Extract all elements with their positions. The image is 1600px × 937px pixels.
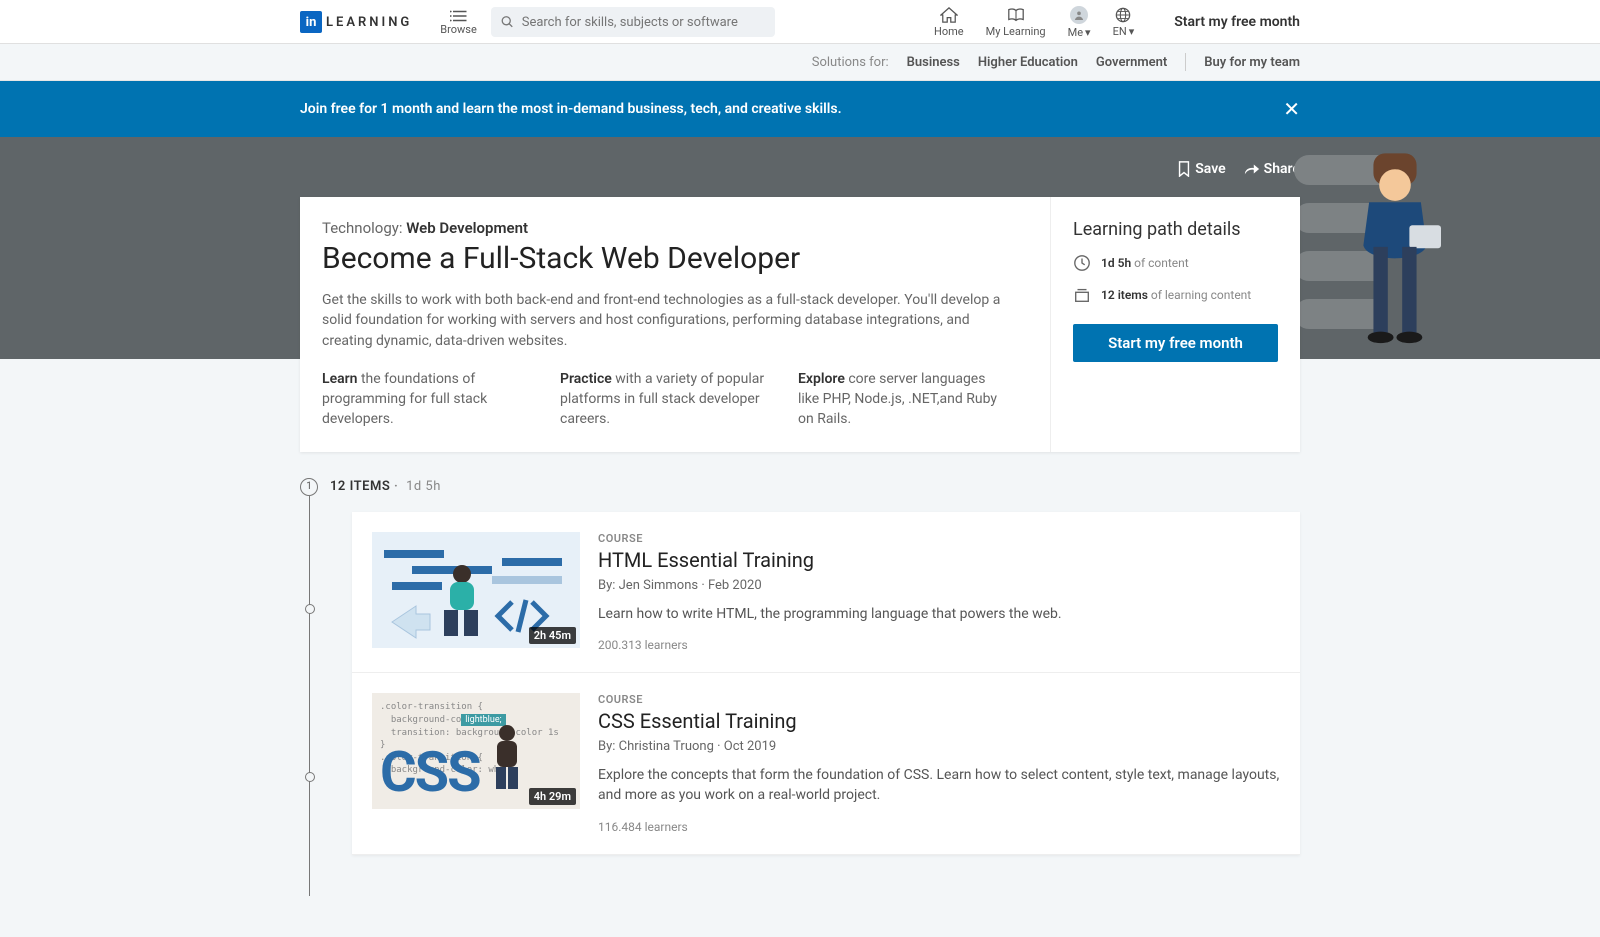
start-free-month-link[interactable]: Start my free month: [1174, 14, 1300, 30]
list-icon: [450, 9, 468, 23]
breadcrumb-category: Technology:: [322, 219, 403, 237]
nav-business[interactable]: Business: [907, 55, 960, 70]
search-input[interactable]: [522, 15, 765, 30]
stack-icon: [1073, 286, 1091, 304]
browse-button[interactable]: Browse: [440, 9, 477, 36]
items-section: 1 12 ITEMS · 1d 5h: [300, 478, 1300, 855]
details-duration: 1d 5h of content: [1073, 254, 1278, 272]
logo-text: LEARNING: [326, 15, 412, 30]
path-overview-card: Technology: Web Development Become a Ful…: [300, 197, 1300, 452]
search-bar[interactable]: [491, 7, 775, 37]
course-item[interactable]: 2h 45m COURSE HTML Essential Training By…: [352, 512, 1300, 674]
items-list: 2h 45m COURSE HTML Essential Training By…: [352, 512, 1300, 855]
details-items: 12 items of learning content: [1073, 286, 1278, 304]
nav-home-label: Home: [934, 25, 964, 38]
duration-badge: 4h 29m: [529, 788, 576, 805]
path-details-sidebar: Learning path details 1d 5h of content 1…: [1050, 197, 1300, 452]
nav-buy-for-team[interactable]: Buy for my team: [1204, 55, 1300, 70]
items-count-label: 12 ITEMS: [330, 479, 390, 494]
item-date: Oct 2019: [724, 739, 776, 754]
nav-me[interactable]: Me ▾: [1068, 6, 1091, 39]
outcome-explore: Explore core server languages like PHP, …: [798, 369, 1008, 430]
item-learners: 200.313 learners: [598, 638, 1280, 652]
hero-illustration: [1320, 139, 1470, 369]
nav-higher-education[interactable]: Higher Education: [978, 55, 1078, 70]
share-button[interactable]: Share: [1244, 161, 1300, 177]
item-type-label: COURSE: [598, 693, 1280, 706]
person-illustration: [482, 723, 532, 793]
nav-language[interactable]: EN ▾: [1113, 7, 1135, 38]
item-meta: By: Christina Truong · Oct 2019: [598, 739, 1280, 754]
duration-badge: 2h 45m: [529, 627, 576, 644]
search-icon: [501, 15, 514, 29]
nav-government[interactable]: Government: [1096, 55, 1167, 70]
separator: [1185, 53, 1186, 71]
items-duration-label: 1d 5h: [406, 479, 441, 494]
item-meta: By: Jen Simmons · Feb 2020: [598, 578, 1280, 593]
close-icon[interactable]: ✕: [1283, 97, 1300, 121]
path-title: Become a Full-Stack Web Developer: [322, 241, 1028, 276]
timeline-node: [305, 604, 315, 614]
logo[interactable]: in LEARNING: [300, 11, 412, 33]
chevron-down-icon: ▾: [1085, 26, 1091, 39]
item-description: Learn how to write HTML, the programming…: [598, 605, 1280, 625]
course-thumbnail: .color-transition { background-colightbl…: [372, 693, 580, 809]
chevron-down-icon: ▾: [1129, 25, 1135, 38]
nav-lang-label: EN: [1113, 25, 1127, 38]
course-thumbnail: 2h 45m: [372, 532, 580, 648]
solutions-for-label: Solutions for:: [812, 55, 889, 70]
outcome-practice: Practice with a variety of popular platf…: [560, 369, 770, 430]
outcome-learn: Learn the foundations of programming for…: [322, 369, 532, 430]
path-description: Get the skills to work with both back-en…: [322, 290, 1002, 351]
timeline-node: [305, 772, 315, 782]
home-icon: [940, 7, 958, 23]
item-title[interactable]: CSS Essential Training: [598, 709, 1280, 733]
promo-banner: Join free for 1 month and learn the most…: [0, 81, 1600, 137]
item-description: Explore the concepts that form the found…: [598, 766, 1280, 805]
book-icon: [1007, 7, 1025, 23]
details-title: Learning path details: [1073, 219, 1278, 240]
item-author[interactable]: By: Christina Truong: [598, 739, 714, 754]
save-label: Save: [1195, 161, 1225, 177]
nav-me-label: Me: [1068, 26, 1083, 39]
share-icon: [1244, 162, 1260, 176]
item-type-label: COURSE: [598, 532, 1280, 545]
breadcrumb: Technology: Web Development: [322, 219, 1028, 237]
clock-icon: [1073, 254, 1091, 272]
top-nav: in LEARNING Browse Home My Learning Me ▾: [0, 0, 1600, 44]
item-date: Feb 2020: [708, 578, 762, 593]
item-author[interactable]: By: Jen Simmons: [598, 578, 698, 593]
avatar-icon: [1070, 6, 1088, 24]
course-item[interactable]: .color-transition { background-colightbl…: [352, 673, 1300, 854]
breadcrumb-topic[interactable]: Web Development: [406, 219, 528, 237]
globe-icon: [1114, 7, 1132, 23]
nav-home[interactable]: Home: [934, 7, 964, 38]
browse-label: Browse: [440, 23, 477, 36]
item-title[interactable]: HTML Essential Training: [598, 548, 1280, 572]
item-learners: 116.484 learners: [598, 820, 1280, 834]
start-free-month-button[interactable]: Start my free month: [1073, 324, 1278, 362]
save-button[interactable]: Save: [1177, 161, 1225, 177]
timeline-step-number: 1: [300, 478, 318, 496]
banner-text: Join free for 1 month and learn the most…: [300, 101, 842, 117]
secondary-nav: Solutions for: Business Higher Education…: [0, 44, 1600, 81]
items-header: 1 12 ITEMS · 1d 5h: [300, 478, 1300, 496]
bookmark-icon: [1177, 161, 1191, 177]
nav-my-learning[interactable]: My Learning: [986, 7, 1046, 38]
nav-my-learning-label: My Learning: [986, 25, 1046, 38]
logo-icon: in: [300, 11, 322, 33]
timeline-line: [309, 496, 310, 896]
